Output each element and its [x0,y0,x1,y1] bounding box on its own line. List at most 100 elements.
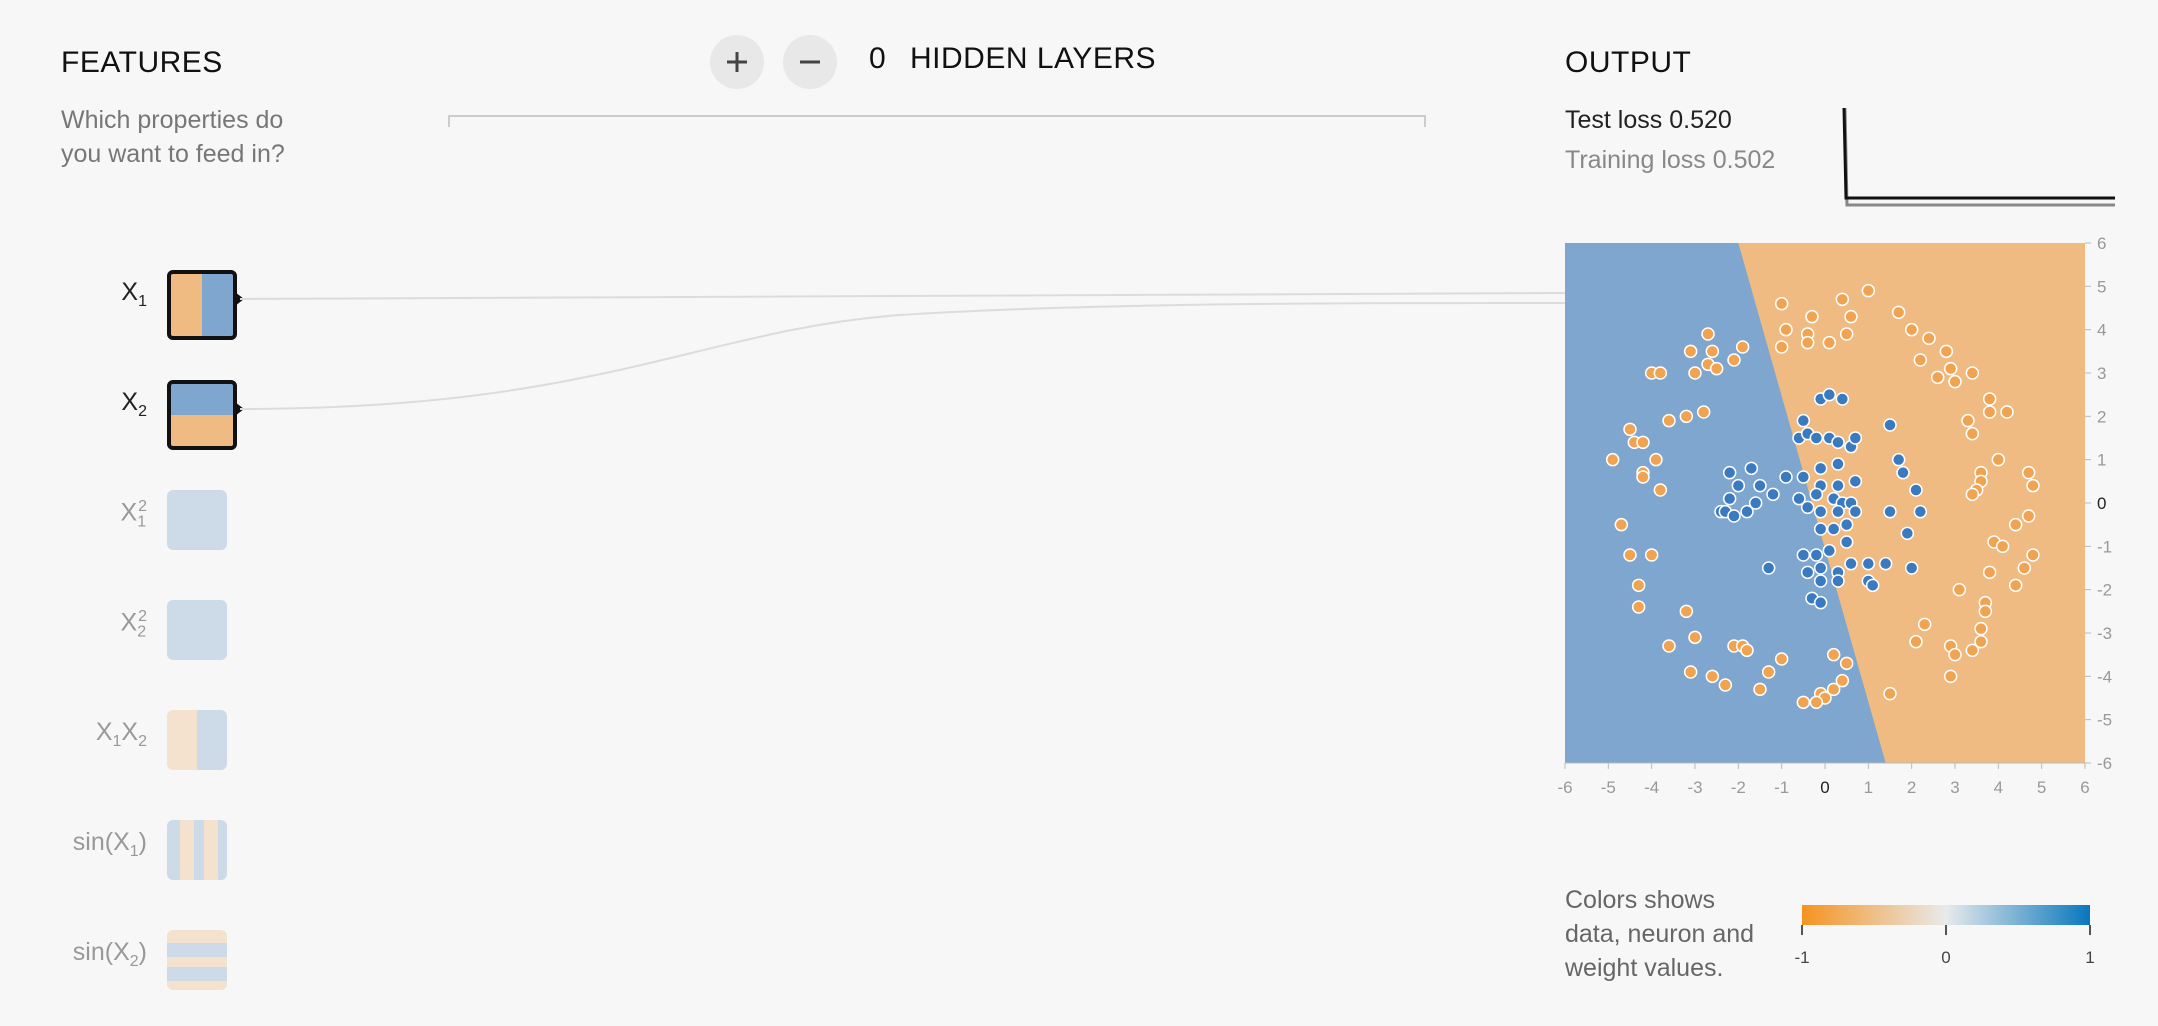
orange-data-point [1943,361,1958,376]
blue-data-point [1891,452,1906,467]
training-loss-value: 0.502 [1712,146,1776,174]
orange-data-point [1839,656,1854,671]
training-loss: Training loss 0.502 [1565,146,1775,175]
orange-data-point [2026,478,2040,493]
link-x2-output[interactable] [239,301,1566,410]
orange-data-point [1718,678,1733,692]
legend-line3: weight values. [1565,954,1724,982]
orange-data-point [1735,340,1750,354]
orange-data-point [2017,561,2032,575]
color-scale-min: -1 [1795,948,1810,967]
orange-data-point [1709,361,1724,376]
blue-data-point [1822,543,1837,558]
y-tick-label: 1 [2097,451,2106,470]
orange-data-point [1688,366,1702,380]
blue-data-point [1883,418,1897,432]
blue-data-point [1813,595,1828,610]
orange-data-point [1800,335,1815,350]
blue-data-point [1809,431,1824,445]
y-tick-label: 4 [2097,321,2106,340]
orange-data-point [1965,643,1980,658]
add-layer-button[interactable] [710,35,764,89]
blue-data-point [1722,465,1737,480]
remove-layer-button[interactable] [783,35,837,89]
blue-data-point [1809,487,1824,502]
x-tick-label: -1 [1774,778,1789,797]
y-tick-label: -4 [2097,667,2112,686]
test-loss-value: 0.520 [1669,106,1732,134]
orange-data-point [1961,413,1975,428]
orange-data-point [1631,600,1646,614]
orange-data-point [1913,353,1928,367]
orange-data-point [1774,340,1789,354]
orange-data-point [1774,652,1789,666]
orange-data-point [1662,639,1676,653]
orange-data-point [1809,695,1824,710]
blue-data-point [1740,504,1754,519]
color-scale-axis: -1 0 1 [1795,925,2095,967]
blue-data-point [1831,435,1845,450]
orange-data-point [1679,604,1694,619]
orange-data-point [1705,344,1720,359]
blue-data-point [1813,522,1828,536]
orange-data-point [1922,331,1936,346]
x-tick-label: 5 [2037,778,2046,797]
y-tick-label: 2 [2097,407,2106,426]
orange-data-point [1636,470,1650,484]
blue-data-point [1848,431,1863,445]
x-axis-ticks: -6 -5 -4 -3 -2 -1 0 1 2 3 4 5 6 [1557,762,2090,797]
test-loss-label: Test loss [1565,106,1663,134]
blue-data-point [1900,526,1915,541]
orange-data-point [1948,374,1962,389]
orange-data-point [1917,617,1932,632]
x-tick-label: -6 [1557,778,1572,797]
y-tick-label: 3 [2097,364,2106,383]
training-loss-line [1843,107,2115,207]
orange-data-point [1683,344,1698,359]
orange-data-point [1653,366,1668,380]
blue-data-point [1766,487,1780,502]
blue-data-point [1904,561,1919,575]
orange-data-point [1995,539,2010,554]
blue-data-point [1878,556,1893,571]
orange-data-point [1982,392,1997,406]
y-axis-ticks: 6 5 4 3 2 1 0 -1 -2 -3 -4 -5 -6 [2085,235,2112,773]
blue-data-point [1800,565,1815,580]
x-tick-label: -5 [1601,778,1616,797]
blue-data-point [1909,483,1923,497]
orange-data-point [1844,309,1858,324]
blue-data-point [1722,491,1737,506]
color-scale-ticks [1801,925,2091,935]
test-loss: Test loss 0.520 [1565,106,1732,135]
x-tick-label: 1 [1864,778,1873,797]
orange-data-point [1861,283,1876,298]
blue-data-point [1839,517,1854,532]
plus-icon [727,52,747,72]
legend-line2: data, neuron and [1565,920,1755,948]
y-tick-label: -2 [2097,581,2112,600]
orange-data-point [1636,435,1650,450]
y-tick-label: -5 [2097,711,2112,730]
orange-data-point [1623,548,1637,562]
blue-data-point [1800,500,1815,515]
blue-data-point [1865,578,1880,593]
output-plot[interactable]: 6 5 4 3 2 1 0 -1 -2 -3 -4 -5 -6 -6 -5 -4 -3 -2 -1 0 1 2 3 4 5 6 [1555,235,2115,805]
orange-data-point [1761,665,1776,679]
blue-data-point [1744,461,1759,476]
orange-data-point [1805,309,1819,324]
blue-data-point [1727,509,1741,523]
blue-data-point [1848,504,1863,519]
orange-data-point [2008,578,2023,593]
orange-data-point [1779,322,1793,337]
x-tick-label: -4 [1644,778,1659,797]
blue-data-point [1731,478,1746,493]
color-scale-bar [1802,905,2090,925]
link-x1-output[interactable] [239,292,1566,300]
orange-data-point [1701,327,1715,341]
orange-data-point [1826,647,1841,662]
orange-data-point [1952,582,1967,597]
blue-data-point [1809,548,1824,562]
orange-data-point [2021,509,2036,523]
blue-data-point [1826,522,1841,536]
y-tick-label: -1 [2097,537,2112,556]
